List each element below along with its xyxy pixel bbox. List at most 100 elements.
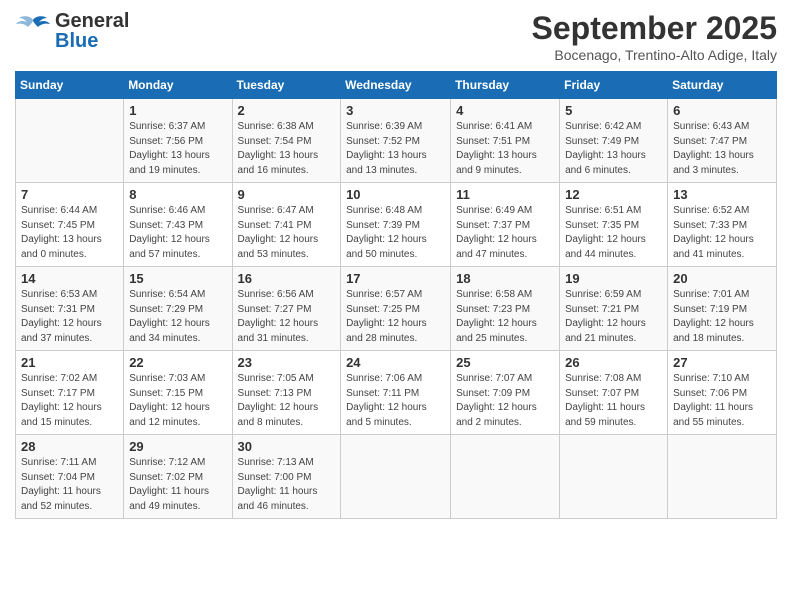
calendar-cell: 3 Sunrise: 6:39 AM Sunset: 7:52 PM Daylig… [341, 99, 451, 183]
day-info: Sunrise: 7:06 AM Sunset: 7:11 PM Dayligh… [346, 372, 445, 430]
day-info: Sunrise: 7:05 AM Sunset: 7:13 PM Dayligh… [238, 372, 336, 430]
day-number: 11 [456, 187, 554, 202]
calendar-cell: 25 Sunrise: 7:07 AM Sunset: 7:09 PM Dayli… [451, 351, 560, 435]
day-info: Sunrise: 7:01 AM Sunset: 7:19 PM Dayligh… [673, 288, 771, 346]
day-info: Sunrise: 7:07 AM Sunset: 7:09 PM Dayligh… [456, 372, 554, 430]
day-number: 2 [238, 103, 336, 118]
day-info: Sunrise: 6:59 AM Sunset: 7:21 PM Dayligh… [565, 288, 662, 346]
calendar-cell: 16 Sunrise: 6:56 AM Sunset: 7:27 PM Dayli… [232, 267, 341, 351]
day-number: 27 [673, 355, 771, 370]
day-info: Sunrise: 6:43 AM Sunset: 7:47 PM Dayligh… [673, 120, 771, 178]
day-number: 19 [565, 271, 662, 286]
calendar-cell [341, 435, 451, 519]
day-number: 6 [673, 103, 771, 118]
day-info: Sunrise: 6:49 AM Sunset: 7:37 PM Dayligh… [456, 204, 554, 262]
calendar-week-5: 28Sunrise: 7:11 AM Sunset: 7:04 PM Dayli… [16, 435, 777, 519]
day-number: 10 [346, 187, 445, 202]
day-number: 25 [456, 355, 554, 370]
calendar-cell: 27 Sunrise: 7:10 AM Sunset: 7:06 PM Dayli… [668, 351, 777, 435]
day-number: 12 [565, 187, 662, 202]
day-info: Sunrise: 6:39 AM Sunset: 7:52 PM Dayligh… [346, 120, 445, 178]
calendar-cell: 30Sunrise: 7:13 AM Sunset: 7:00 PM Dayli… [232, 435, 341, 519]
calendar-cell [16, 99, 124, 183]
col-header-thursday: Thursday [451, 72, 560, 99]
day-info: Sunrise: 7:10 AM Sunset: 7:06 PM Dayligh… [673, 372, 771, 430]
day-number: 20 [673, 271, 771, 286]
day-number: 5 [565, 103, 662, 118]
day-info: Sunrise: 7:02 AM Sunset: 7:17 PM Dayligh… [21, 372, 118, 430]
day-info: Sunrise: 6:48 AM Sunset: 7:39 PM Dayligh… [346, 204, 445, 262]
day-info: Sunrise: 6:56 AM Sunset: 7:27 PM Dayligh… [238, 288, 336, 346]
day-info: Sunrise: 7:12 AM Sunset: 7:02 PM Dayligh… [129, 456, 226, 514]
day-info: Sunrise: 6:37 AM Sunset: 7:56 PM Dayligh… [129, 120, 226, 178]
calendar-week-3: 14Sunrise: 6:53 AM Sunset: 7:31 PM Dayli… [16, 267, 777, 351]
col-header-monday: Monday [124, 72, 232, 99]
calendar-cell [560, 435, 668, 519]
day-number: 24 [346, 355, 445, 370]
calendar-body: 1Sunrise: 6:37 AM Sunset: 7:56 PM Daylig… [16, 99, 777, 519]
title-block: September 2025 Bocenago, Trentino-Alto A… [532, 10, 777, 63]
day-number: 30 [238, 439, 336, 454]
day-info: Sunrise: 6:54 AM Sunset: 7:29 PM Dayligh… [129, 288, 226, 346]
col-header-wednesday: Wednesday [341, 72, 451, 99]
day-info: Sunrise: 6:41 AM Sunset: 7:51 PM Dayligh… [456, 120, 554, 178]
calendar-cell: 17 Sunrise: 6:57 AM Sunset: 7:25 PM Dayli… [341, 267, 451, 351]
day-info: Sunrise: 6:51 AM Sunset: 7:35 PM Dayligh… [565, 204, 662, 262]
calendar-week-4: 21 Sunrise: 7:02 AM Sunset: 7:17 PM Dayli… [16, 351, 777, 435]
day-number: 8 [129, 187, 226, 202]
calendar-cell: 1Sunrise: 6:37 AM Sunset: 7:56 PM Daylig… [124, 99, 232, 183]
calendar-week-2: 7 Sunrise: 6:44 AM Sunset: 7:45 PM Daylig… [16, 183, 777, 267]
col-header-sunday: Sunday [16, 72, 124, 99]
day-info: Sunrise: 6:58 AM Sunset: 7:23 PM Dayligh… [456, 288, 554, 346]
day-number: 7 [21, 187, 118, 202]
location: Bocenago, Trentino-Alto Adige, Italy [532, 47, 777, 63]
calendar-cell: 12 Sunrise: 6:51 AM Sunset: 7:35 PM Dayli… [560, 183, 668, 267]
day-number: 9 [238, 187, 336, 202]
calendar-cell: 10 Sunrise: 6:48 AM Sunset: 7:39 PM Dayli… [341, 183, 451, 267]
day-info: Sunrise: 6:38 AM Sunset: 7:54 PM Dayligh… [238, 120, 336, 178]
calendar-cell: 18Sunrise: 6:58 AM Sunset: 7:23 PM Dayli… [451, 267, 560, 351]
day-info: Sunrise: 6:57 AM Sunset: 7:25 PM Dayligh… [346, 288, 445, 346]
calendar-cell: 24 Sunrise: 7:06 AM Sunset: 7:11 PM Dayli… [341, 351, 451, 435]
col-header-friday: Friday [560, 72, 668, 99]
day-number: 14 [21, 271, 118, 286]
day-number: 29 [129, 439, 226, 454]
calendar-cell: 23 Sunrise: 7:05 AM Sunset: 7:13 PM Dayli… [232, 351, 341, 435]
logo-text: General [55, 11, 129, 31]
calendar-cell [668, 435, 777, 519]
day-number: 22 [129, 355, 226, 370]
calendar-cell: 4 Sunrise: 6:41 AM Sunset: 7:51 PM Daylig… [451, 99, 560, 183]
day-number: 17 [346, 271, 445, 286]
calendar-cell: 19 Sunrise: 6:59 AM Sunset: 7:21 PM Dayli… [560, 267, 668, 351]
calendar-cell: 13Sunrise: 6:52 AM Sunset: 7:33 PM Dayli… [668, 183, 777, 267]
day-number: 21 [21, 355, 118, 370]
month-title: September 2025 [532, 10, 777, 47]
calendar-week-1: 1Sunrise: 6:37 AM Sunset: 7:56 PM Daylig… [16, 99, 777, 183]
day-number: 23 [238, 355, 336, 370]
col-header-tuesday: Tuesday [232, 72, 341, 99]
day-info: Sunrise: 6:42 AM Sunset: 7:49 PM Dayligh… [565, 120, 662, 178]
calendar-table: SundayMondayTuesdayWednesdayThursdayFrid… [15, 71, 777, 519]
calendar-cell: 11 Sunrise: 6:49 AM Sunset: 7:37 PM Dayli… [451, 183, 560, 267]
calendar-cell: 6 Sunrise: 6:43 AM Sunset: 7:47 PM Daylig… [668, 99, 777, 183]
day-info: Sunrise: 6:44 AM Sunset: 7:45 PM Dayligh… [21, 204, 118, 262]
logo-text-block: General Blue [55, 11, 129, 51]
day-number: 28 [21, 439, 118, 454]
logo-blue-text: Blue [55, 31, 98, 51]
day-info: Sunrise: 6:47 AM Sunset: 7:41 PM Dayligh… [238, 204, 336, 262]
calendar-cell: 2 Sunrise: 6:38 AM Sunset: 7:54 PM Daylig… [232, 99, 341, 183]
calendar-cell: 29 Sunrise: 7:12 AM Sunset: 7:02 PM Dayli… [124, 435, 232, 519]
day-info: Sunrise: 7:08 AM Sunset: 7:07 PM Dayligh… [565, 372, 662, 430]
logo-icon [15, 10, 51, 51]
day-number: 3 [346, 103, 445, 118]
day-number: 15 [129, 271, 226, 286]
calendar-cell: 8Sunrise: 6:46 AM Sunset: 7:43 PM Daylig… [124, 183, 232, 267]
calendar-cell: 14Sunrise: 6:53 AM Sunset: 7:31 PM Dayli… [16, 267, 124, 351]
calendar-cell: 22Sunrise: 7:03 AM Sunset: 7:15 PM Dayli… [124, 351, 232, 435]
calendar-cell: 20 Sunrise: 7:01 AM Sunset: 7:19 PM Dayli… [668, 267, 777, 351]
day-number: 16 [238, 271, 336, 286]
calendar-cell [451, 435, 560, 519]
day-number: 26 [565, 355, 662, 370]
calendar-cell: 5 Sunrise: 6:42 AM Sunset: 7:49 PM Daylig… [560, 99, 668, 183]
day-number: 4 [456, 103, 554, 118]
